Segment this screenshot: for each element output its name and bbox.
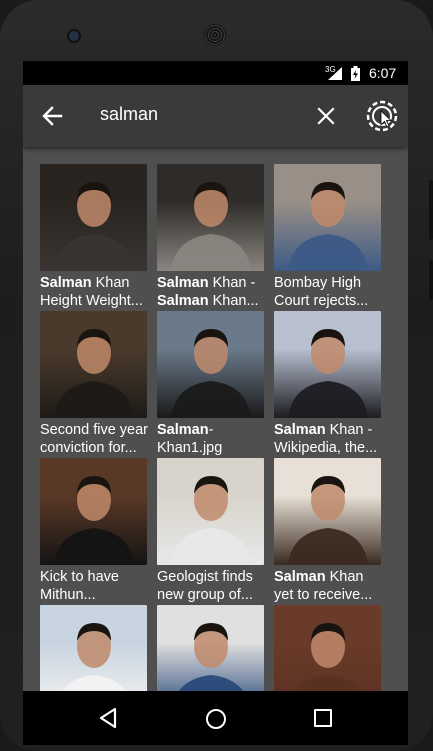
caption-line1: Khan bbox=[91, 275, 130, 291]
result-card[interactable]: Salman Khan - Wikipedia, the... bbox=[274, 311, 381, 456]
portrait-image bbox=[54, 476, 134, 565]
caption-line1: - bbox=[208, 422, 214, 438]
result-caption: Bombay High Court rejects... bbox=[274, 274, 386, 310]
result-caption: Kick to have Mithun... bbox=[40, 568, 152, 604]
result-caption: Geologist finds new group of... bbox=[157, 568, 269, 604]
portrait-image bbox=[288, 329, 368, 418]
volume-button bbox=[429, 180, 433, 240]
result-card[interactable]: Bombay High Court rejects... bbox=[274, 164, 381, 309]
result-card[interactable]: Second five year conviction for... bbox=[40, 311, 148, 456]
result-card[interactable]: Salman- Khan1.jpg bbox=[157, 311, 264, 456]
portrait-image bbox=[171, 182, 251, 271]
result-caption: Salman Khan - Wikipedia, the... bbox=[274, 421, 386, 457]
result-thumbnail[interactable] bbox=[274, 311, 381, 418]
caption-line2: conviction for... bbox=[40, 440, 137, 456]
caption-highlight: Salman bbox=[157, 275, 209, 291]
earpiece-speaker bbox=[204, 24, 226, 46]
signal-icon bbox=[328, 67, 342, 80]
search-toolbar: salman bbox=[23, 85, 408, 147]
caption-line2: Mithun... bbox=[40, 587, 96, 603]
navigation-bar bbox=[23, 691, 408, 745]
front-camera bbox=[69, 31, 79, 41]
result-thumbnail[interactable] bbox=[157, 458, 264, 565]
arrow-left-icon[interactable] bbox=[39, 102, 67, 130]
result-card[interactable] bbox=[40, 605, 147, 691]
result-thumbnail[interactable] bbox=[40, 164, 147, 271]
nav-back-icon[interactable] bbox=[99, 708, 117, 728]
caption-line1: Kick to have bbox=[40, 569, 119, 585]
caption-line1: Khan bbox=[325, 569, 364, 585]
result-card[interactable] bbox=[157, 605, 264, 691]
result-thumbnail[interactable] bbox=[157, 164, 264, 271]
result-thumbnail[interactable] bbox=[40, 458, 147, 565]
caption-highlight: Salman bbox=[157, 293, 209, 309]
nav-recents-icon[interactable] bbox=[314, 709, 332, 727]
status-bar: 3G 6:07 bbox=[23, 61, 408, 85]
portrait-image bbox=[171, 329, 251, 418]
search-input[interactable]: salman bbox=[100, 104, 158, 125]
power-button bbox=[429, 260, 433, 300]
caption-line2: new group of... bbox=[157, 587, 253, 603]
result-card[interactable] bbox=[274, 605, 381, 691]
result-thumbnail[interactable] bbox=[157, 605, 264, 691]
battery-icon bbox=[351, 66, 360, 81]
result-card[interactable]: Geologist finds new group of... bbox=[157, 458, 264, 603]
result-thumbnail[interactable] bbox=[157, 311, 264, 418]
caption-highlight: Salman bbox=[274, 422, 326, 438]
caption-highlight: Salman bbox=[274, 569, 326, 585]
caption-line2: yet to receive... bbox=[274, 587, 373, 603]
result-thumbnail[interactable] bbox=[40, 311, 147, 418]
settings-cursor-icon[interactable] bbox=[366, 100, 398, 132]
image-results-grid: Salman Khan Height Weight... Salman Khan -… bbox=[40, 164, 390, 691]
close-icon[interactable] bbox=[314, 104, 338, 128]
portrait-image bbox=[178, 623, 244, 691]
portrait-image bbox=[288, 182, 368, 271]
caption-line2: Court rejects... bbox=[274, 293, 369, 309]
result-thumbnail[interactable] bbox=[274, 458, 381, 565]
portrait-image bbox=[295, 623, 361, 691]
portrait-image bbox=[54, 329, 134, 418]
portrait-image bbox=[171, 476, 251, 565]
caption-line2: Khan... bbox=[208, 293, 259, 309]
portrait-image bbox=[288, 476, 368, 565]
caption-line1: Bombay High bbox=[274, 275, 362, 291]
result-thumbnail[interactable] bbox=[40, 605, 147, 691]
caption-line2: Wikipedia, the... bbox=[274, 440, 378, 456]
result-caption: Second five year conviction for... bbox=[40, 421, 152, 457]
result-card[interactable]: Salman Khan yet to receive... bbox=[274, 458, 381, 603]
portrait-image bbox=[54, 182, 134, 271]
result-card[interactable]: Salman Khan Height Weight... bbox=[40, 164, 147, 309]
nav-home-icon[interactable] bbox=[206, 709, 226, 729]
caption-line2: Height Weight... bbox=[40, 293, 143, 309]
result-caption: Salman Khan Height Weight... bbox=[40, 274, 152, 310]
caption-line1: Khan - bbox=[325, 422, 373, 438]
result-caption: Salman- Khan1.jpg bbox=[157, 421, 269, 457]
caption-line1: Geologist finds bbox=[157, 569, 253, 585]
result-thumbnail[interactable] bbox=[274, 164, 381, 271]
result-card[interactable]: Salman Khan - Salman Khan... bbox=[157, 164, 264, 309]
result-thumbnail[interactable] bbox=[274, 605, 381, 691]
caption-line1: Khan - bbox=[208, 275, 256, 291]
screen: 3G 6:07 salman Salman Khan Height Weight.… bbox=[23, 61, 408, 691]
result-caption: Salman Khan yet to receive... bbox=[274, 568, 386, 604]
clock: 6:07 bbox=[369, 65, 397, 81]
result-caption: Salman Khan - Salman Khan... bbox=[157, 274, 269, 310]
caption-line1: Second five year bbox=[40, 422, 149, 438]
result-card[interactable]: Kick to have Mithun... bbox=[40, 458, 147, 603]
caption-highlight: Salman bbox=[40, 275, 92, 291]
portrait-image bbox=[61, 623, 127, 691]
caption-line2: Khan1.jpg bbox=[157, 440, 223, 456]
caption-highlight: Salman bbox=[157, 422, 209, 438]
